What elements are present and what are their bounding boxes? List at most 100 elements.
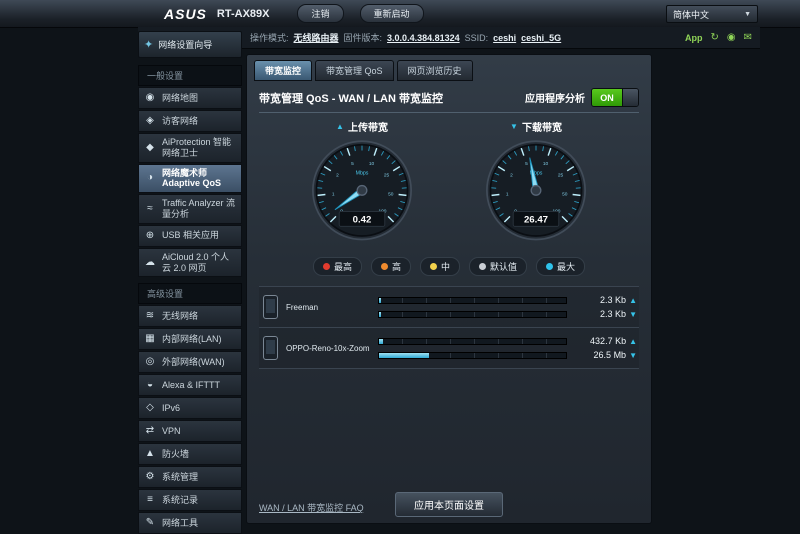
ssid-24g-link[interactable]: ceshi <box>493 33 516 43</box>
sidebar-item-label: 网络魔术师 Adaptive QoS <box>162 168 237 190</box>
tab-bandwidth-monitor[interactable]: 带宽监控 <box>254 60 312 81</box>
legend-default[interactable]: 默认值 <box>469 257 527 276</box>
sidebar-item-qis[interactable]: ✦ 网络设置向导 <box>138 31 242 58</box>
usb-apps-icon: ⊕ <box>143 230 157 242</box>
aiprotection-icon: ◆ <box>143 142 157 154</box>
ssid-5g-link[interactable]: ceshi_5G <box>521 33 561 43</box>
vpn-icon: ⇄ <box>143 425 157 437</box>
legend-high[interactable]: 高 <box>371 257 411 276</box>
sidebar-item-firewall[interactable]: ▲ 防火墙 <box>138 443 242 465</box>
alexa-ifttt-icon: ◒ <box>143 379 157 391</box>
mail-icon[interactable]: ✉ <box>744 32 752 43</box>
sidebar-item-wan[interactable]: ◎ 外部网络(WAN) <box>138 351 242 373</box>
sidebar-item-wireless[interactable]: ≋ 无线网络 <box>138 305 242 327</box>
sidebar-item-network-map[interactable]: ◉ 网络地图 <box>138 87 242 109</box>
download-value: 2.3 Kb <box>600 309 626 319</box>
sidebar-item-aiprotection[interactable]: ◆ AiProtection 智能网络卫士 <box>138 133 242 163</box>
app-link[interactable]: App <box>685 33 703 43</box>
sidebar-item-alexa-ifttt[interactable]: ◒ Alexa & IFTTT <box>138 374 242 396</box>
upload-gauge-label: 上传带宽 <box>348 119 388 134</box>
operation-mode-label: 操作模式: <box>250 31 289 44</box>
adaptive-qos-icon: ◑ <box>143 172 157 184</box>
guest-network-icon: ◈ <box>143 115 157 127</box>
language-selector[interactable]: 简体中文 ▼ <box>666 5 758 23</box>
sidebar-item-label: Traffic Analyzer 流量分析 <box>162 198 237 220</box>
operation-mode-link[interactable]: 无线路由器 <box>294 31 339 44</box>
sidebar-item-aicloud[interactable]: ☁ AiCloud 2.0 个人云 2.0 网页 <box>138 248 242 278</box>
sidebar-item-label: 无线网络 <box>162 311 198 322</box>
svg-text:2: 2 <box>510 173 513 179</box>
apply-button[interactable]: 应用本页面设置 <box>395 492 503 517</box>
download-value: 26.5 Mb <box>594 350 627 360</box>
sidebar-section-general: 一般设置 <box>138 65 242 86</box>
priority-dot <box>546 263 553 270</box>
priority-dot <box>381 263 388 270</box>
upload-arrow-icon: ▲ <box>629 296 637 305</box>
sidebar-item-network-tools[interactable]: ✎ 网络工具 <box>138 512 242 534</box>
download-arrow-icon: ▼ <box>629 351 637 360</box>
legend-label: 中 <box>441 260 450 273</box>
wan-icon: ◎ <box>143 356 157 368</box>
sidebar-item-label: 防火墙 <box>162 449 189 460</box>
phone-icon <box>263 336 278 360</box>
logout-button[interactable]: 注销 <box>297 4 343 23</box>
sidebar-item-system-log[interactable]: ≡ 系统记录 <box>138 489 242 511</box>
sidebar-section-advanced: 高级设置 <box>138 283 242 304</box>
upload-value: 432.7 Kb <box>590 336 626 346</box>
refresh-icon[interactable]: ↻ <box>710 32 718 43</box>
sidebar-item-lan[interactable]: ▦ 内部网络(LAN) <box>138 328 242 350</box>
download-gauge-label: 下载带宽 <box>522 119 562 134</box>
administration-icon: ⚙ <box>143 471 157 483</box>
sidebar-item-label: 内部网络(LAN) <box>162 334 222 345</box>
sidebar-item-traffic-analyzer[interactable]: ≈ Traffic Analyzer 流量分析 <box>138 194 242 224</box>
sidebar-item-usb-apps[interactable]: ⊕ USB 相关应用 <box>138 225 242 247</box>
toggle-knob <box>622 89 638 106</box>
wireless-icon: ≋ <box>143 310 157 322</box>
reboot-button[interactable]: 重新启动 <box>360 4 424 23</box>
system-log-icon: ≡ <box>143 494 157 506</box>
download-gauge-value: 26.47 <box>524 214 548 225</box>
firewall-icon: ▲ <box>143 448 157 460</box>
firmware-version-link[interactable]: 3.0.0.4.384.81324 <box>387 33 460 43</box>
sidebar-item-label: 系统管理 <box>162 472 198 483</box>
legend-highest[interactable]: 最高 <box>313 257 362 276</box>
svg-text:10: 10 <box>369 161 375 167</box>
download-bar <box>378 311 567 318</box>
firmware-label: 固件版本: <box>344 31 383 44</box>
sidebar-item-label: 访客网络 <box>162 116 198 127</box>
upload-value: 2.3 Kb <box>600 295 626 305</box>
tab-qos[interactable]: 带宽管理 QoS <box>315 60 394 81</box>
lan-icon: ▦ <box>143 333 157 345</box>
legend-medium[interactable]: 中 <box>420 257 460 276</box>
apps-analysis-label: 应用程序分析 <box>525 90 585 105</box>
faq-link[interactable]: WAN / LAN 带宽监控 FAQ <box>259 501 364 514</box>
svg-text:50: 50 <box>562 191 568 197</box>
sidebar-item-ipv6[interactable]: ◇ IPv6 <box>138 397 242 419</box>
download-gauge-dial: 0125102550100 Mbps 26.47 <box>472 136 600 250</box>
network-tools-icon: ✎ <box>143 517 157 529</box>
apps-analysis-toggle[interactable]: ON <box>591 88 639 107</box>
traffic-analyzer-icon: ≈ <box>143 203 157 215</box>
content-panel: 带宽监控 带宽管理 QoS 网页浏览历史 带宽管理 QoS - WAN / LA… <box>246 54 652 524</box>
legend-maximum[interactable]: 最大 <box>536 257 585 276</box>
sidebar-item-guest-network[interactable]: ◈ 访客网络 <box>138 110 242 132</box>
legend-label: 默认值 <box>490 260 517 273</box>
svg-text:5: 5 <box>525 161 528 167</box>
device-name: Freeman <box>286 303 378 312</box>
sidebar-item-label: 网络地图 <box>162 93 198 104</box>
upload-gauge-unit: Mbps <box>356 171 369 177</box>
tab-web-history[interactable]: 网页浏览历史 <box>397 60 473 81</box>
upload-bar <box>378 338 567 345</box>
globe-icon[interactable]: ◉ <box>727 32 736 43</box>
sidebar-item-vpn[interactable]: ⇄ VPN <box>138 420 242 442</box>
sidebar-item-administration[interactable]: ⚙ 系统管理 <box>138 466 242 488</box>
sidebar-item-label: AiProtection 智能网络卫士 <box>162 137 237 159</box>
device-row: Freeman 2.3 Kb ▲ 2.3 Kb <box>259 287 639 328</box>
device-name: OPPO-Reno-10x-Zoom <box>286 344 378 353</box>
phone-icon <box>263 295 278 319</box>
toggle-on-label: ON <box>592 89 622 106</box>
legend-label: 最大 <box>557 260 575 273</box>
upload-gauge-dial: 0125102550100 Mbps 0.42 <box>298 136 426 250</box>
sidebar-item-label: 网络设置向导 <box>158 38 212 51</box>
sidebar-item-adaptive-qos[interactable]: ◑ 网络魔术师 Adaptive QoS <box>138 164 242 194</box>
